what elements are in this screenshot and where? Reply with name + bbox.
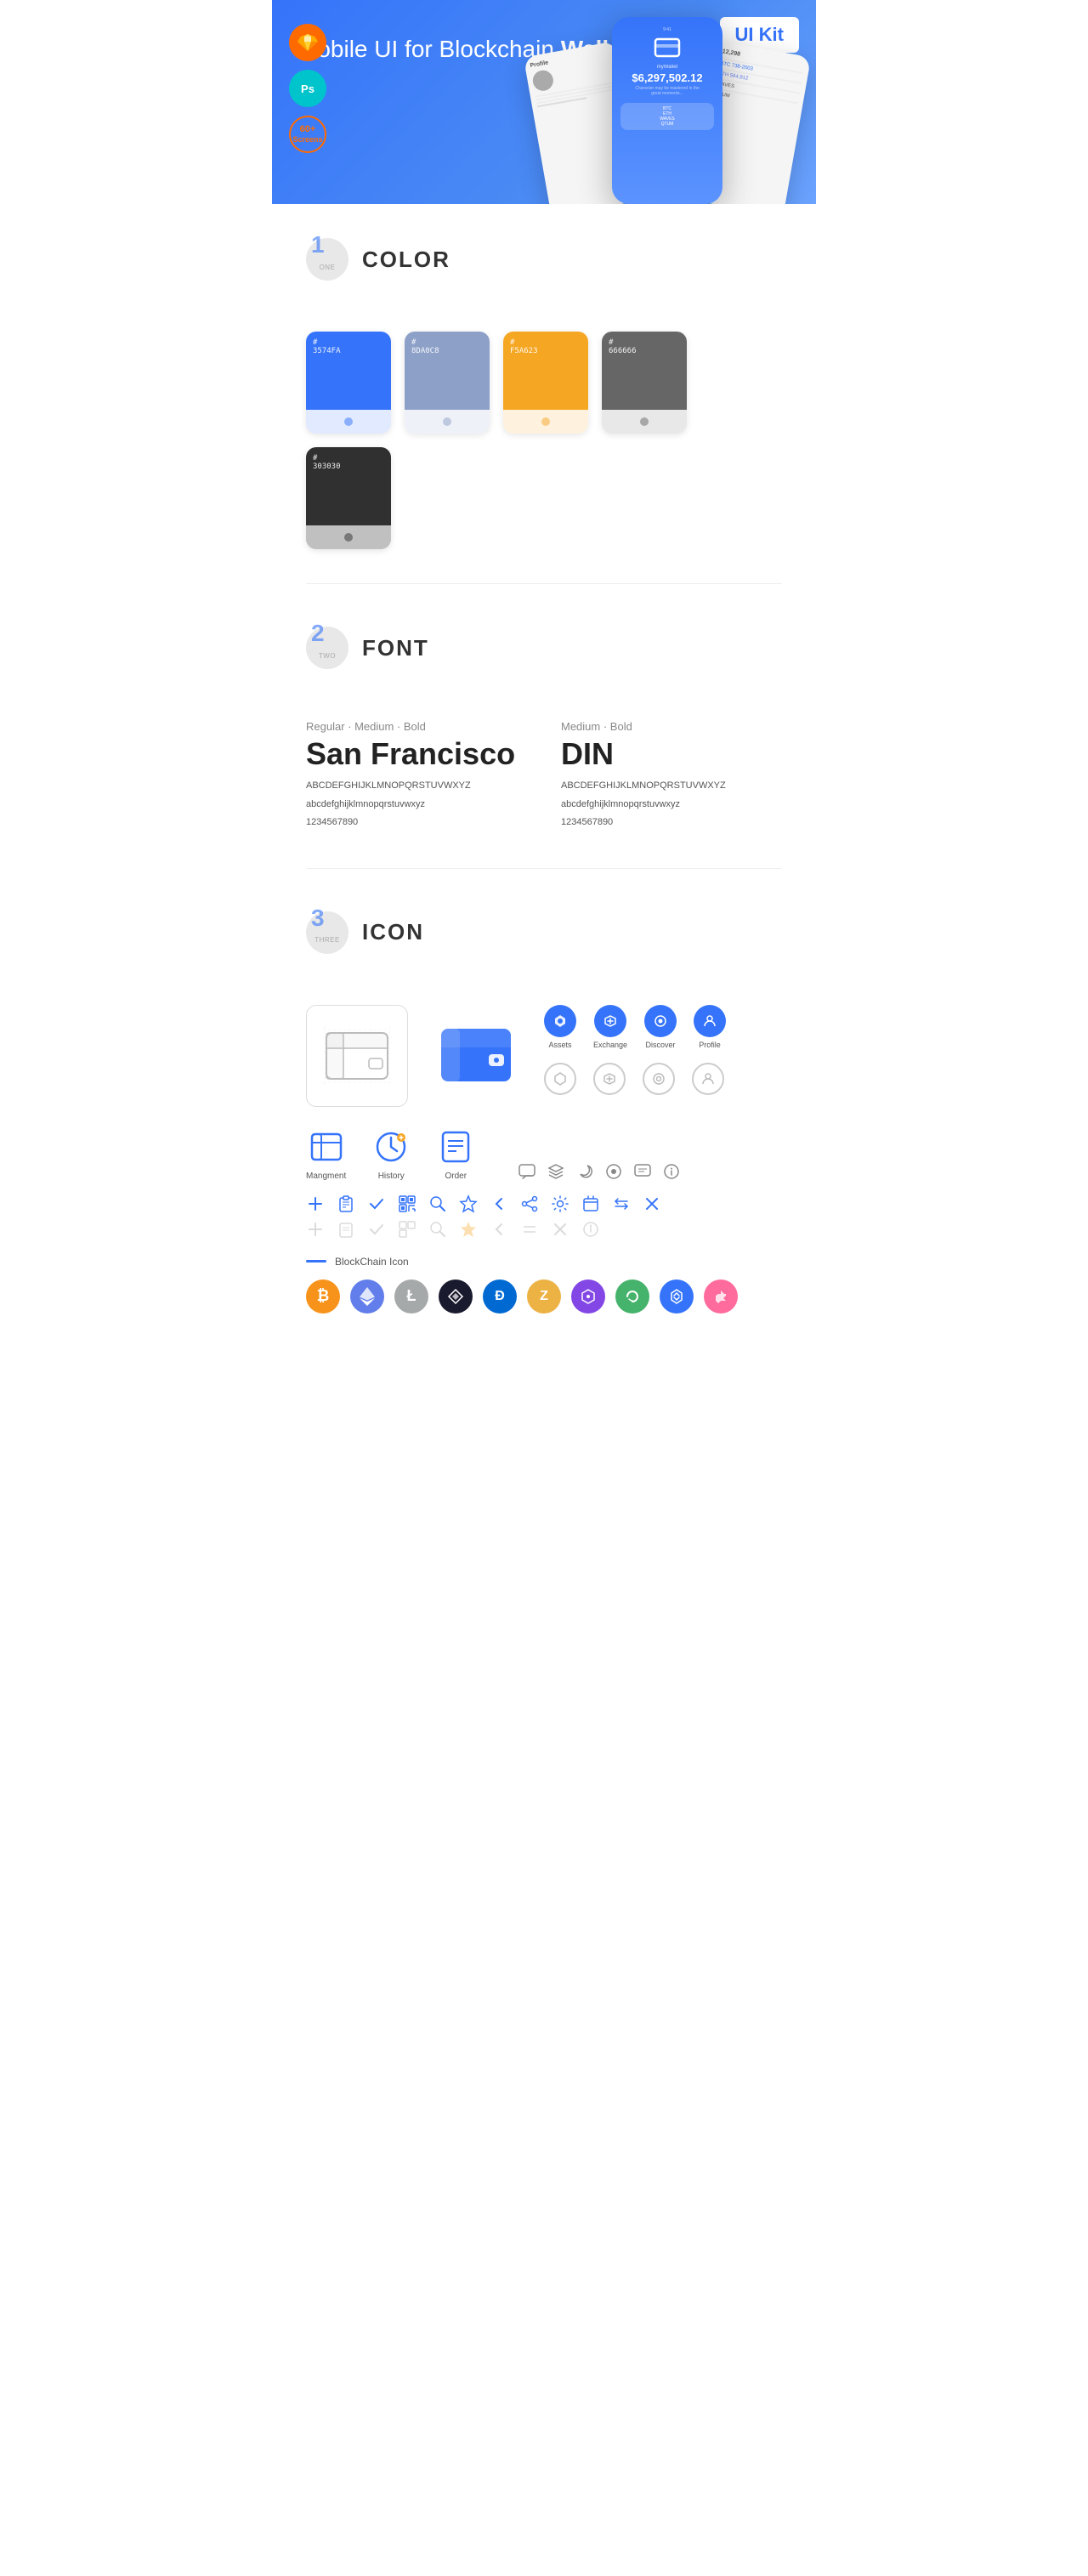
swatch-orange: #F5A623 (503, 332, 588, 434)
steem-icon (615, 1279, 649, 1314)
sf-lowercase: abcdefghijklmnopqrstuvwxyz (306, 797, 527, 813)
sf-style: Regular · Medium · Bold (306, 720, 527, 733)
star-filled-icon (459, 1220, 478, 1239)
wallet-blue-icon (425, 1005, 527, 1107)
screens-badge: 60+Screens (289, 116, 326, 153)
chat-icon (518, 1162, 536, 1181)
blockchain-line (306, 1260, 326, 1262)
crypto-icons-row: ₿ Ł Đ Z (306, 1279, 782, 1314)
divider-1 (306, 583, 782, 584)
medium-icons-row: Mangment History Order (306, 1127, 782, 1181)
litecoin-icon: Ł (394, 1279, 428, 1314)
nav-icons-row2 (544, 1063, 726, 1095)
color-section: 1 ONE COLOR (272, 204, 816, 323)
arrows-icon (612, 1194, 631, 1213)
font-sf-block: Regular · Medium · Bold San Francisco AB… (306, 720, 527, 834)
color-section-header: 1 ONE COLOR (306, 238, 782, 281)
font-section-header: 2 TWO FONT (306, 627, 782, 669)
font-content: Regular · Medium · Bold San Francisco AB… (272, 712, 816, 868)
circle-icon (604, 1162, 623, 1181)
sketch-badge (289, 24, 326, 61)
nav-icon-assets: Assets (544, 1005, 576, 1049)
management-icon: Mangment (306, 1127, 346, 1181)
plus-icon (306, 1194, 325, 1213)
nav-icon-profile: Profile (694, 1005, 726, 1049)
clipboard-icon (337, 1194, 355, 1213)
sf-numbers: 1234567890 (306, 815, 527, 831)
token-icon (704, 1279, 738, 1314)
blockchain-label-row: BlockChain Icon (306, 1256, 782, 1268)
nav-icons-group: Assets Exchange (544, 1005, 726, 1095)
phone-mockup-2: 9:41 myWallet $6,297,502.12 Character ma… (612, 17, 722, 204)
ethereum-icon (350, 1279, 384, 1314)
chevron-left-icon (490, 1194, 508, 1213)
order-icon: Order (436, 1127, 475, 1181)
swatch-blue: #3574FA (306, 332, 391, 434)
nav-icon-assets-outline (544, 1063, 576, 1095)
history-icon: History (371, 1127, 411, 1181)
font-section: 2 TWO FONT (272, 593, 816, 712)
dash-icon: Đ (483, 1279, 517, 1314)
font-din-block: Medium · Bold DIN ABCDEFGHIJKLMNOPQRSTUV… (561, 720, 782, 834)
nav-icon-discover-outline (643, 1063, 675, 1095)
box-icon (581, 1194, 600, 1213)
search-icon (428, 1194, 447, 1213)
din-style: Medium · Bold (561, 720, 782, 733)
ps-badge: Ps (289, 70, 326, 107)
blockchain-label: BlockChain Icon (335, 1256, 409, 1268)
chat2-icon (633, 1162, 652, 1181)
sf-name: San Francisco (306, 736, 527, 772)
din-name: DIN (561, 736, 782, 772)
qrcode-icon (398, 1194, 416, 1213)
moon-icon (575, 1162, 594, 1181)
check-icon (367, 1194, 386, 1213)
din-lowercase: abcdefghijklmnopqrstuvwxyz (561, 797, 782, 813)
share-icon (520, 1194, 539, 1213)
wallet-wireframe-icon (306, 1005, 408, 1107)
grid-icon (571, 1279, 605, 1314)
nav-icon-discover: Discover (644, 1005, 677, 1049)
font-grid: Regular · Medium · Bold San Francisco AB… (306, 720, 782, 834)
swatch-dark: #303030 (306, 447, 391, 549)
small-icon-row-1 (306, 1194, 782, 1213)
hero-section: Mobile UI for Blockchain Wallet UI Kit P… (272, 0, 816, 204)
zcash-icon: Z (527, 1279, 561, 1314)
gear-icon (551, 1194, 570, 1213)
hero-badges: Ps 60+Screens (289, 24, 326, 153)
font-number-badge: 2 TWO (306, 627, 348, 669)
font-title: FONT (362, 635, 429, 661)
layers-icon (547, 1162, 565, 1181)
din-uppercase: ABCDEFGHIJKLMNOPQRSTUVWXYZ (561, 779, 782, 794)
hero-phones: Profile 9:41 myWallet $6,297,502.12 Char… (518, 17, 816, 204)
close-icon (643, 1194, 661, 1213)
nav-icons-row1: Assets Exchange (544, 1005, 726, 1049)
small-icons-group1 (518, 1162, 681, 1181)
din-numbers: 1234567890 (561, 815, 782, 831)
color-number-badge: 1 ONE (306, 238, 348, 281)
bitcoin-icon: ₿ (306, 1279, 340, 1314)
nav-icon-exchange-outline (593, 1063, 626, 1095)
icon-number-badge: 3 THREE (306, 911, 348, 954)
swatch-gray: #666666 (602, 332, 687, 434)
augur-icon (439, 1279, 473, 1314)
icon-top-row: Assets Exchange (306, 1005, 782, 1107)
small-icon-row-2-gray (306, 1220, 782, 1239)
nav-icon-profile-outline (692, 1063, 724, 1095)
kyber-icon (660, 1279, 694, 1314)
color-title: COLOR (362, 247, 450, 273)
icon-title: ICON (362, 919, 424, 945)
icon-content: Assets Exchange (272, 996, 816, 1348)
info-icon (662, 1162, 681, 1181)
star-icon (459, 1194, 478, 1213)
sf-uppercase: ABCDEFGHIJKLMNOPQRSTUVWXYZ (306, 779, 527, 794)
divider-2 (306, 868, 782, 869)
nav-icon-exchange: Exchange (593, 1005, 627, 1049)
icon-section: 3 THREE ICON (272, 877, 816, 996)
color-swatches: #3574FA #8DA0C8 #F5A623 #666666 #303030 (272, 323, 816, 583)
swatch-gray-blue: #8DA0C8 (405, 332, 490, 434)
icon-section-header: 3 THREE ICON (306, 911, 782, 954)
